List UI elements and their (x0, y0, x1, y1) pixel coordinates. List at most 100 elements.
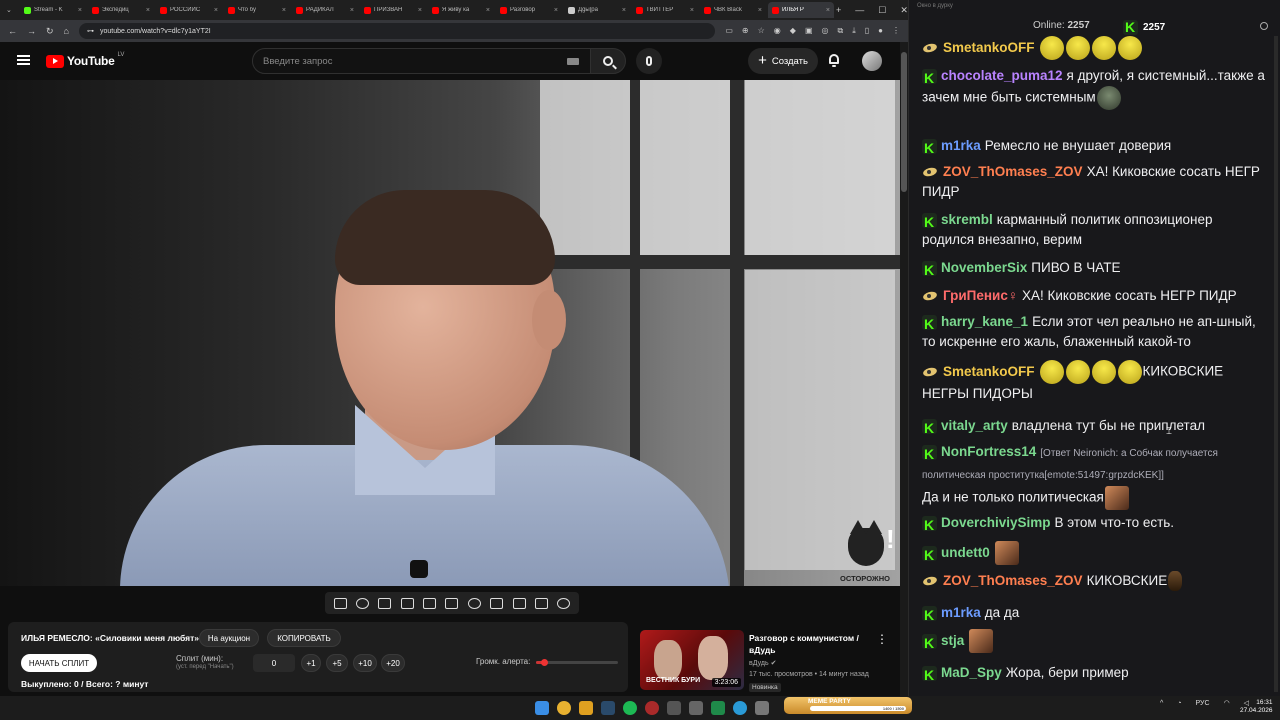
zoom-icon[interactable]: ⊕ (742, 26, 749, 36)
film-icon[interactable] (400, 597, 414, 609)
split-increment-button[interactable]: +10 (353, 654, 377, 672)
browser-tab[interactable]: Что бу × (224, 2, 290, 18)
tab-close-icon[interactable]: × (554, 7, 558, 14)
chat-username[interactable]: ZOV_ThOmases_ZOV (943, 164, 1083, 179)
browser-tab[interactable]: ПРИЗВАН × (360, 2, 426, 18)
channel-name[interactable]: вДудь ✔ (749, 659, 776, 667)
chat-username[interactable]: m1rka (941, 138, 981, 153)
chrome-icon[interactable] (557, 701, 571, 715)
subtitles-icon[interactable] (445, 597, 459, 609)
browser-tab[interactable]: РАДИКАЛ × (292, 2, 358, 18)
menu-icon[interactable]: ⋮ (892, 26, 900, 36)
chat-username[interactable]: skrembl (941, 212, 993, 227)
tab-close-icon[interactable]: × (758, 7, 762, 14)
copy-button[interactable]: КОПИРОВАТЬ (267, 629, 341, 647)
page-scrollbar[interactable] (900, 42, 908, 696)
spotify-icon[interactable] (623, 701, 637, 715)
recommended-title[interactable]: Разговор с коммунистом / вДудь (749, 632, 869, 656)
split-increment-button[interactable]: +1 (301, 654, 321, 672)
pip-icon[interactable] (423, 597, 437, 609)
steam-icon[interactable] (601, 701, 615, 715)
tab-close-icon[interactable]: × (622, 7, 626, 14)
tab-list-button[interactable]: ⌄ (4, 2, 18, 18)
loop-icon[interactable] (333, 597, 347, 609)
chat-username[interactable]: m1rka (941, 605, 981, 620)
chat-username[interactable]: SmetankoOFF (943, 40, 1035, 55)
extension-icon[interactable]: ◉ (774, 26, 781, 36)
chat-username[interactable]: MaD_Spy (941, 665, 1002, 680)
browser-tab[interactable]: Экспедиц × (88, 2, 154, 18)
meme-party-widget[interactable]: MEME PARTY 1400 / 1500 (784, 697, 912, 714)
chat-username[interactable]: harry_kane_1 (941, 314, 1028, 329)
app-icon[interactable] (667, 701, 681, 715)
chat-username[interactable]: ГриПенис♀ (943, 288, 1018, 303)
address-bar[interactable]: ⊶ youtube.com/watch?v=dlc7y1aYT2I (78, 23, 716, 39)
auction-button[interactable]: На аукцион (199, 629, 259, 647)
app-icon[interactable] (755, 701, 769, 715)
puzzle-icon[interactable]: ⧉ (837, 26, 843, 36)
clock[interactable]: 16:31 27.04.2026 (1240, 699, 1273, 715)
start-split-button[interactable]: НАЧАТЬ СПЛИТ (21, 654, 97, 672)
browser-tab[interactable]: Я живу ка × (428, 2, 494, 18)
chat-username[interactable]: DoverchiviySimp (941, 515, 1051, 530)
sidebar-icon[interactable]: ▯ (865, 26, 869, 36)
recommended-video[interactable]: ВЕСТНИК БУРИ 3:23:06 Разговор с коммунис… (640, 630, 900, 694)
settings-gear-icon[interactable] (557, 597, 571, 609)
slider-knob[interactable] (541, 659, 549, 666)
download-icon[interactable]: ⤓ (852, 26, 856, 36)
search-button[interactable] (590, 48, 626, 74)
network-icon[interactable]: ◔ (1177, 700, 1181, 707)
equalizer-icon[interactable] (490, 597, 504, 609)
account-avatar[interactable] (862, 51, 882, 71)
browser-tab[interactable]: Разговор × (496, 2, 562, 18)
minimize-icon[interactable]: — (855, 5, 864, 16)
wifi-icon[interactable]: ◠ (1224, 699, 1230, 707)
split-increment-button[interactable]: +20 (381, 654, 405, 672)
more-options-icon[interactable]: ⋮ (876, 632, 888, 646)
folder-icon[interactable] (579, 701, 593, 715)
search-input[interactable]: Введите запрос (252, 48, 592, 74)
app-icon[interactable] (689, 701, 703, 715)
chat-username[interactable]: NovemberSix (941, 260, 1027, 275)
browser-tab[interactable]: Дgы|pа × (564, 2, 630, 18)
browser-tab[interactable]: ЧВК Black × (700, 2, 766, 18)
extension-icon[interactable]: ▣ (805, 26, 813, 36)
screenshot-icon[interactable] (512, 597, 526, 609)
broadcast-icon[interactable] (356, 597, 370, 609)
tab-close-icon[interactable]: × (418, 7, 422, 14)
tab-close-icon[interactable]: × (214, 7, 218, 14)
start-icon[interactable] (535, 701, 549, 715)
chat-username[interactable]: chocolate_puma12 (941, 68, 1063, 83)
tab-close-icon[interactable]: × (146, 7, 150, 14)
reload-icon[interactable]: ↻ (46, 26, 54, 37)
cast-icon[interactable]: ▭ (725, 26, 733, 36)
chat-username[interactable]: NonFortress14 (941, 444, 1036, 459)
split-minutes-input[interactable]: 0 (253, 654, 295, 672)
site-info-icon[interactable]: ⊶ (87, 27, 94, 35)
split-increment-button[interactable]: +5 (326, 654, 348, 672)
chat-scrollbar[interactable] (1274, 36, 1278, 692)
language-indicator[interactable]: РУС (1196, 700, 1210, 707)
extension-icon[interactable]: ◆ (790, 26, 796, 36)
close-icon[interactable]: ✕ (900, 5, 908, 16)
browser-tab[interactable]: ИЛЬЯ Р × (768, 2, 834, 18)
notifications-bell-icon[interactable] (828, 54, 840, 67)
tab-close-icon[interactable]: × (282, 7, 286, 14)
create-button[interactable]: + Создать (748, 48, 818, 74)
voice-search-button[interactable] (636, 48, 662, 74)
tab-close-icon[interactable]: × (350, 7, 354, 14)
chat-username[interactable]: ZOV_ThOmases_ZOV (943, 573, 1083, 588)
keyboard-icon[interactable] (567, 58, 579, 65)
browser-tab[interactable]: РОССИЙС × (156, 2, 222, 18)
chat-username[interactable]: undett0 (941, 545, 990, 560)
flask-icon[interactable] (534, 597, 548, 609)
forward-icon[interactable]: → (27, 26, 36, 36)
app-icon[interactable] (645, 701, 659, 715)
chat-username[interactable]: vitaly_arty (941, 418, 1008, 433)
video-thumbnail[interactable]: ВЕСТНИК БУРИ 3:23:06 (640, 630, 744, 690)
tab-close-icon[interactable]: × (826, 7, 830, 14)
chat-username[interactable]: SmetankoOFF (943, 364, 1035, 379)
extension-icon[interactable]: ◎ (822, 26, 829, 36)
home-icon[interactable]: ⌂ (64, 26, 69, 36)
bookmark-star-icon[interactable]: ☆ (758, 26, 765, 36)
